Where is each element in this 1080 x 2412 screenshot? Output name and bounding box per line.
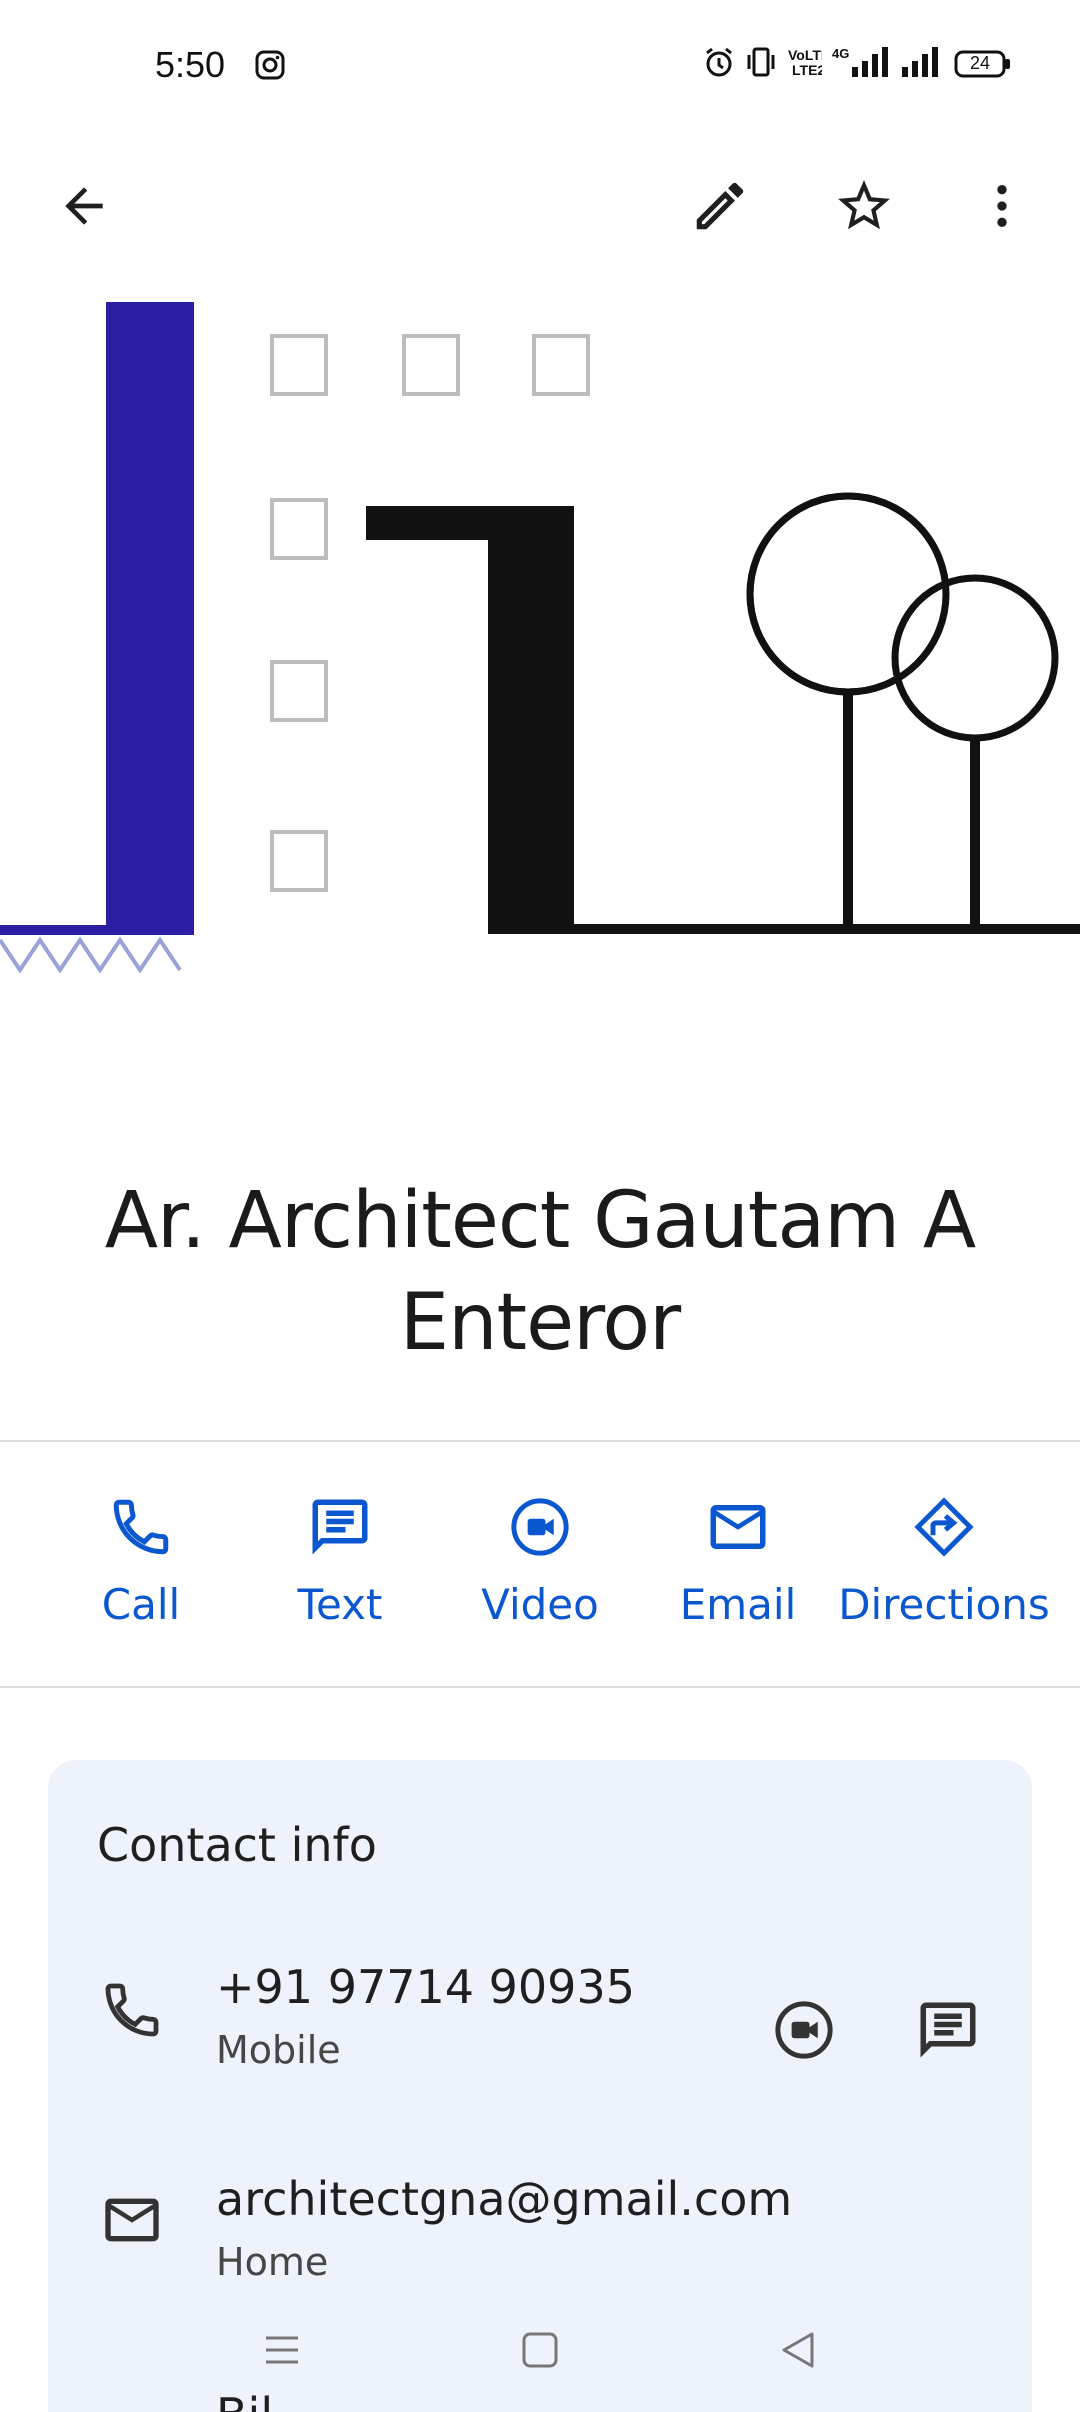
phone-row[interactable]: +91 97714 90935 Mobile (48, 1960, 1032, 2110)
phone-video-call-button[interactable] (764, 1990, 844, 2070)
contact-name: Ar. Architect Gautam A Enteror (104, 1176, 977, 1368)
phone-icon (106, 1492, 176, 1562)
vibrate-icon (746, 45, 776, 84)
back-nav-button[interactable] (758, 2320, 838, 2380)
system-navbar (0, 2300, 1080, 2412)
more-vert-icon (997, 185, 1007, 227)
phone-number: +91 97714 90935 (216, 1960, 635, 2014)
email-icon (703, 1492, 773, 1562)
text-action-button[interactable]: Text (240, 1442, 440, 1682)
text-label: Text (297, 1580, 383, 1629)
svg-text:LTE2: LTE2 (792, 62, 822, 78)
video-action-button[interactable]: Video (440, 1442, 640, 1682)
status-icons: VoLTELTE2 4G 24 (702, 44, 1012, 84)
directions-icon (909, 1492, 979, 1562)
video-call-icon (775, 2001, 833, 2059)
back-arrow-icon (65, 187, 103, 225)
contact-info-title: Contact info (97, 1818, 377, 1872)
call-label: Call (101, 1580, 181, 1629)
more-options-button[interactable] (954, 158, 1050, 254)
contact-photo (0, 300, 1080, 1060)
video-call-icon (505, 1492, 575, 1562)
message-icon (305, 1492, 375, 1562)
phone-icon (92, 1970, 172, 2050)
quick-actions: Call Text Video Email Directions (0, 1442, 1080, 1682)
directions-action-button[interactable]: Directions (838, 1442, 1050, 1682)
instagram-icon (255, 50, 285, 80)
message-icon (920, 2002, 976, 2058)
email-address: architectgna@gmail.com (216, 2172, 793, 2226)
edit-pencil-icon (696, 182, 744, 230)
recent-apps-button[interactable] (242, 2320, 322, 2380)
directions-label: Directions (838, 1580, 1050, 1629)
phone-message-button[interactable] (908, 1990, 988, 2070)
email-icon (92, 2180, 172, 2260)
signal-icon (900, 45, 944, 84)
svg-text:4G: 4G (832, 46, 849, 61)
status-time: 5:50 (155, 44, 226, 85)
volte-icon: VoLTELTE2 (786, 45, 830, 84)
divider-bottom (0, 1686, 1080, 1688)
alarm-icon (702, 45, 736, 84)
contact-detail-screen: 5:50 VoLTELTE2 4G 24 (0, 0, 1080, 2412)
star-outline-icon (838, 180, 890, 230)
signal-4g-icon: 4G (832, 45, 890, 84)
home-square-icon (522, 2332, 558, 2368)
call-action-button[interactable]: Call (41, 1442, 241, 1682)
back-button[interactable] (36, 158, 132, 254)
menu-icon (266, 2336, 298, 2364)
battery-icon: 24 (954, 49, 1012, 79)
email-row[interactable]: architectgna@gmail.com Home (48, 2172, 1032, 2312)
svg-text:VoLTE: VoLTE (788, 47, 822, 63)
email-type: Home (216, 2240, 329, 2284)
phone-type: Mobile (216, 2028, 341, 2072)
email-action-button[interactable]: Email (638, 1442, 838, 1682)
battery-level: 24 (969, 53, 991, 73)
home-button[interactable] (500, 2320, 580, 2380)
favorite-button[interactable] (816, 158, 912, 254)
back-triangle-icon (782, 2332, 814, 2368)
video-label: Video (481, 1580, 599, 1629)
edit-button[interactable] (672, 158, 768, 254)
email-label: Email (679, 1580, 797, 1629)
